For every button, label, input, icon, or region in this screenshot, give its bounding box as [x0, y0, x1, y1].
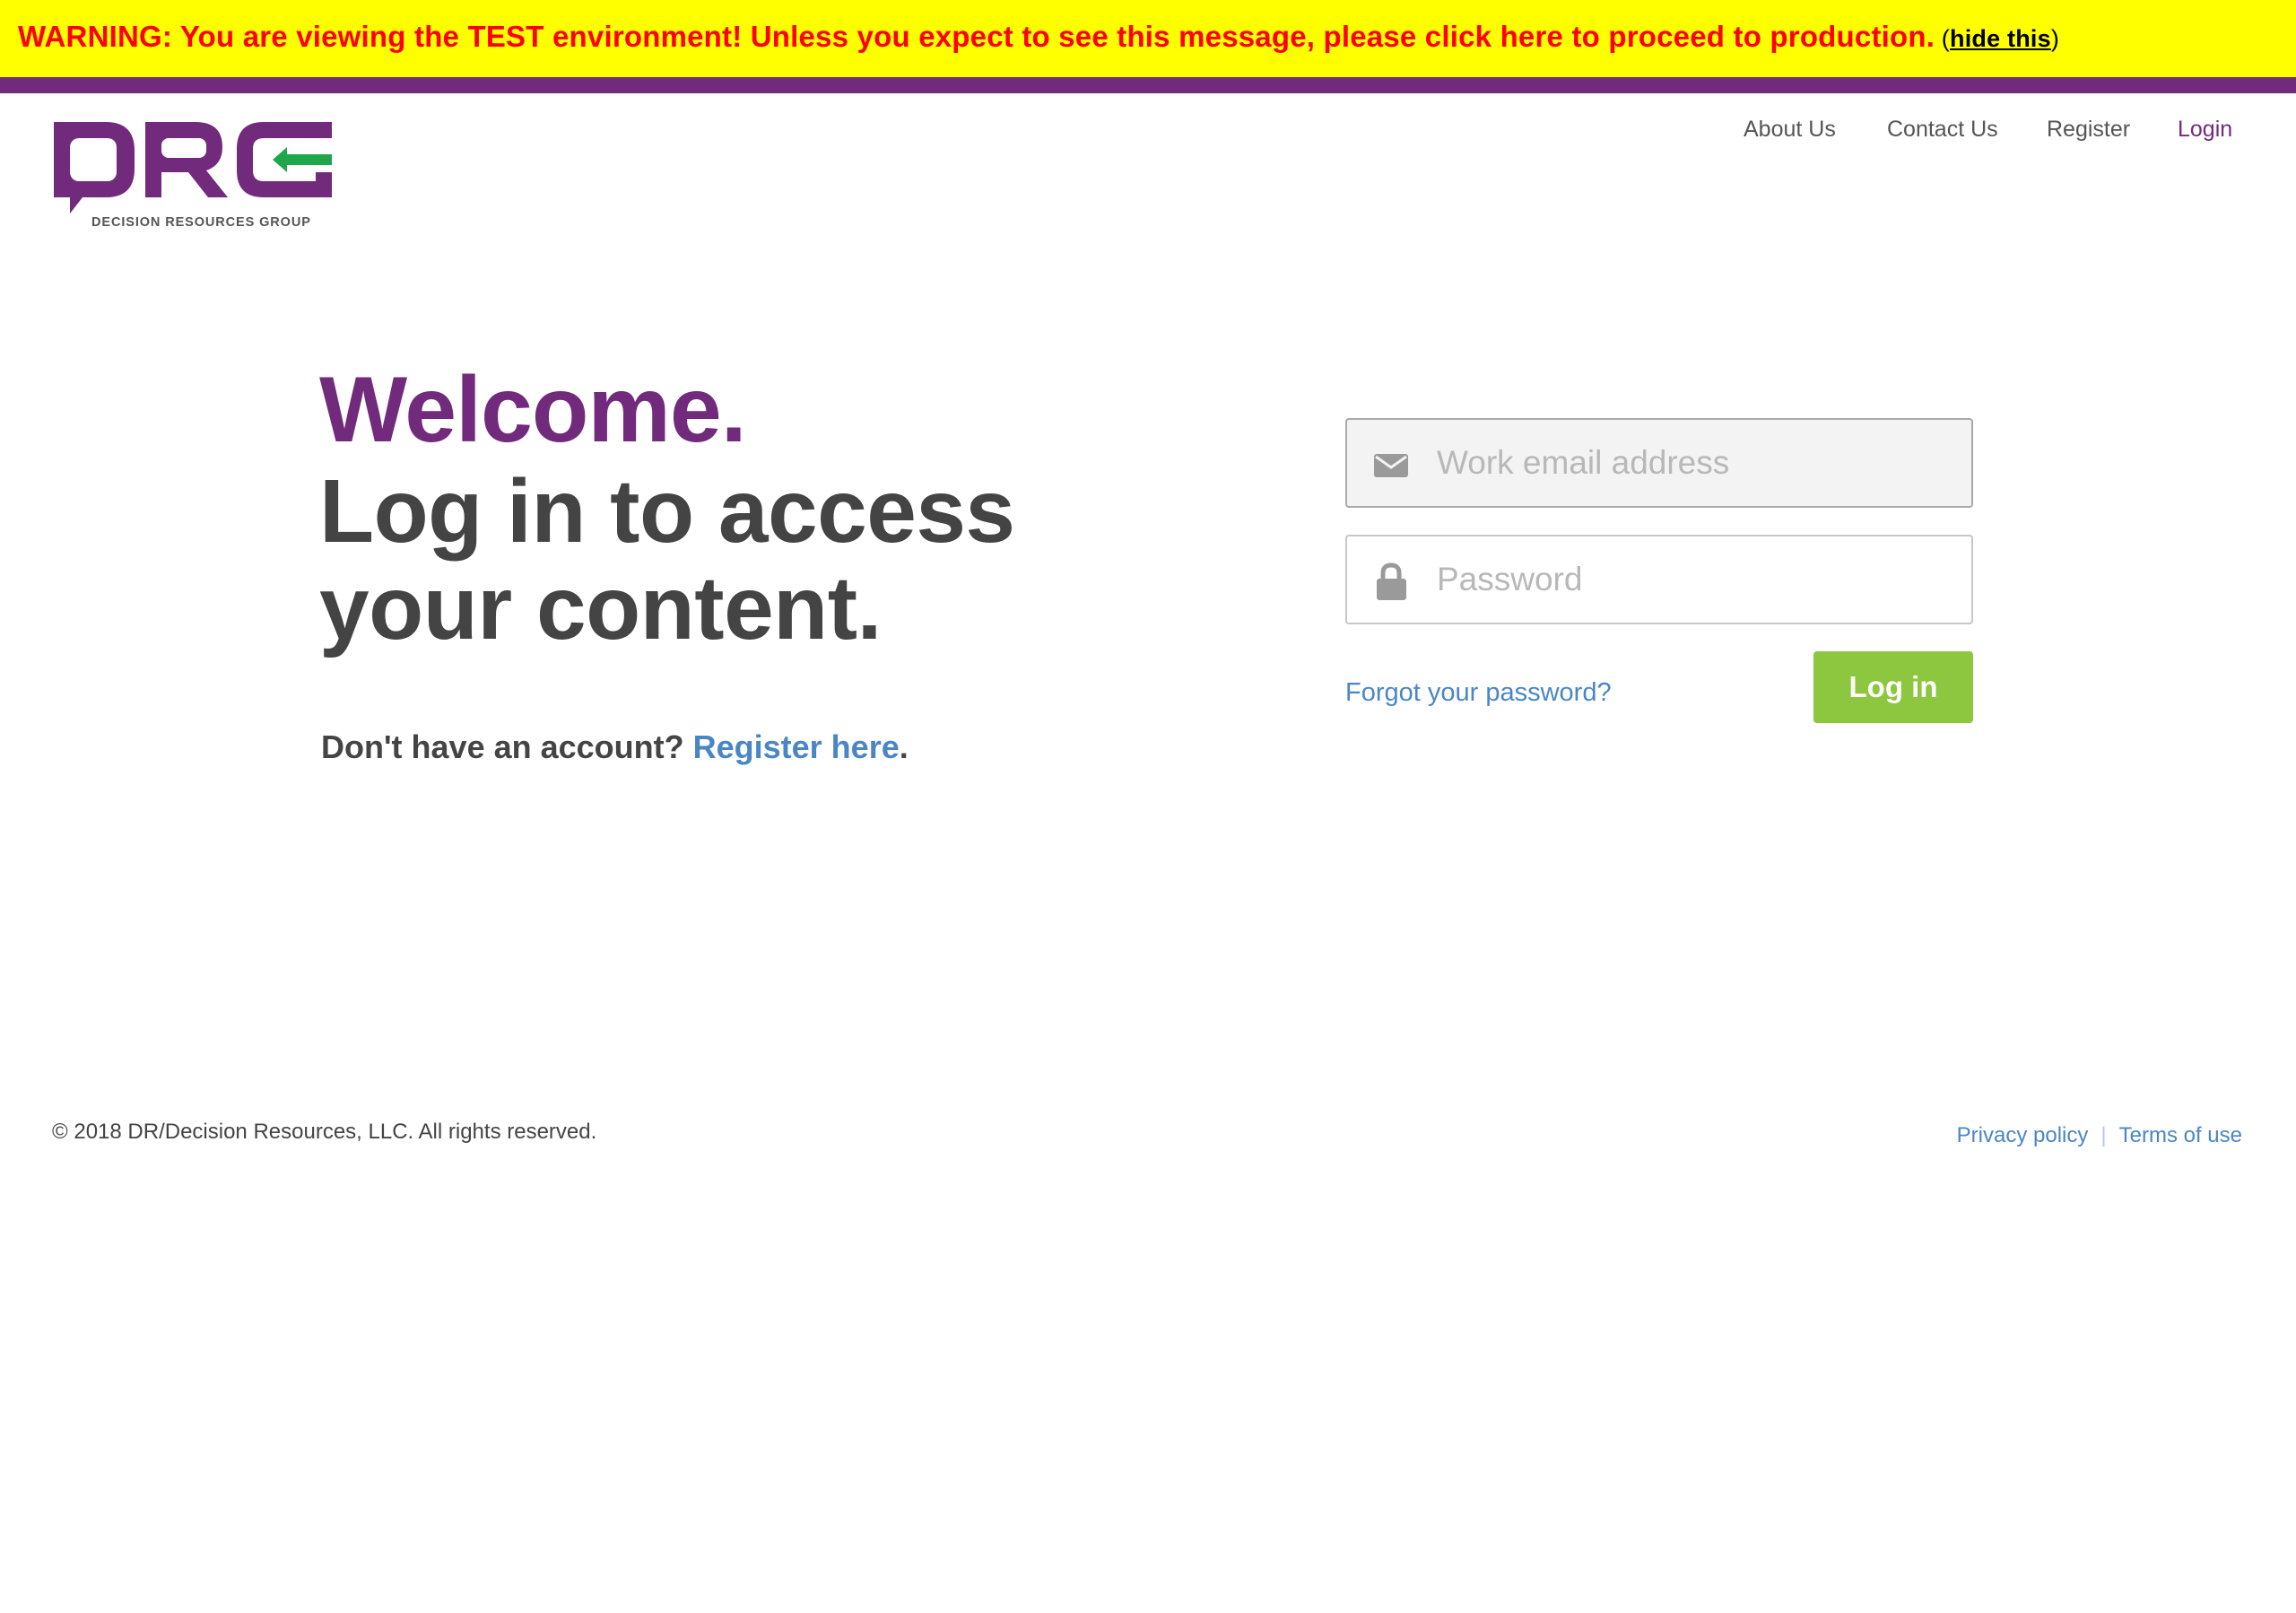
login-button[interactable]: Log in: [1813, 651, 1973, 723]
email-input[interactable]: [1437, 420, 1957, 506]
password-field-container[interactable]: [1345, 535, 1973, 624]
footer-links: Privacy policy | Terms of use: [1957, 1123, 2242, 1148]
welcome-heading: Welcome.: [319, 358, 747, 462]
register-prompt: Don't have an account? Register here.: [321, 728, 909, 766]
hide-warning-wrapper: (hide this): [1935, 25, 2059, 52]
login-page: WARNING: You are viewing the TEST enviro…: [0, 0, 2296, 1613]
nav-about-us[interactable]: About Us: [1744, 117, 1836, 143]
test-environment-warning-banner[interactable]: WARNING: You are viewing the TEST enviro…: [0, 0, 2296, 77]
terms-of-use-link[interactable]: Terms of use: [2119, 1123, 2242, 1147]
email-field-container[interactable]: [1345, 418, 1973, 508]
hide-warning-link[interactable]: hide this: [1950, 25, 2051, 52]
nav-login[interactable]: Login: [2178, 117, 2232, 143]
copyright-notice: © 2018 DR/Decision Resources, LLC. All r…: [52, 1120, 597, 1144]
password-input[interactable]: [1437, 536, 1957, 623]
hide-open-paren: (: [1935, 25, 1950, 52]
hide-close-paren: ): [2050, 25, 2060, 52]
footer-separator: |: [2100, 1123, 2107, 1147]
warning-message[interactable]: WARNING: You are viewing the TEST enviro…: [18, 20, 1935, 53]
login-tagline: Log in to access your content.: [319, 461, 1015, 658]
nav-contact-us[interactable]: Contact Us: [1887, 117, 1998, 143]
warning-message-line: WARNING: You are viewing the TEST enviro…: [18, 20, 2059, 54]
header-accent-strip: [0, 77, 2296, 93]
envelope-icon: [1374, 454, 1408, 477]
register-prompt-text: Don't have an account?: [321, 728, 693, 765]
register-here-link[interactable]: Register here: [693, 728, 900, 765]
lock-icon: [1377, 562, 1406, 600]
privacy-policy-link[interactable]: Privacy policy: [1957, 1123, 2089, 1147]
logo-caption: DECISION RESOURCES GROUP: [91, 215, 311, 230]
nav-register[interactable]: Register: [2047, 117, 2130, 143]
top-navigation: About Us Contact Us Register Login: [0, 117, 2296, 153]
forgot-password-link[interactable]: Forgot your password?: [1345, 678, 1612, 708]
register-prompt-period: .: [899, 728, 909, 765]
